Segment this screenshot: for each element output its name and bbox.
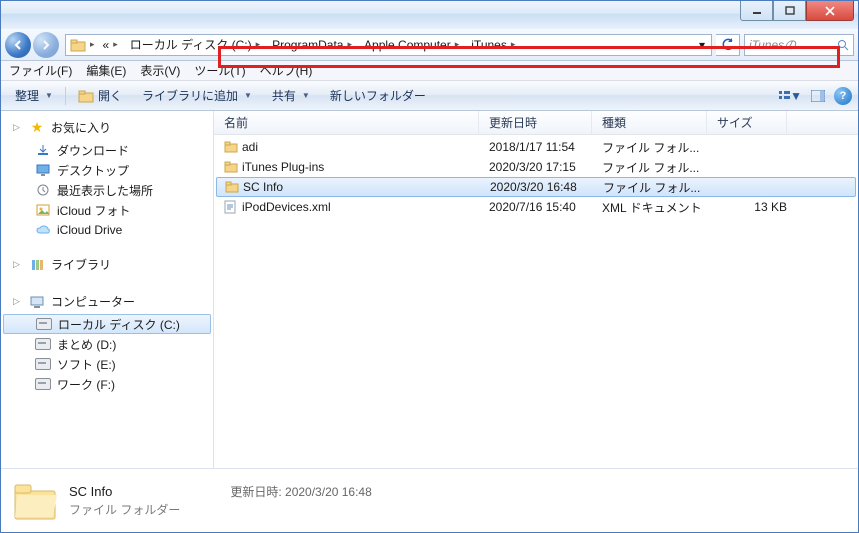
- folder-icon: [225, 181, 243, 193]
- share-button[interactable]: 共有▼: [264, 84, 318, 107]
- breadcrumb[interactable]: ▸ «▸ ローカル ディスク (C:)▸ ProgramData▸ Apple …: [65, 34, 712, 56]
- row-type: ファイル フォル...: [602, 159, 717, 176]
- menu-help[interactable]: ヘルプ(H): [260, 62, 313, 79]
- titlebar: [1, 1, 858, 29]
- breadcrumb-item[interactable]: ProgramData▸: [266, 35, 358, 55]
- star-icon: ★: [29, 120, 45, 136]
- icloud-photo-icon: [35, 202, 51, 218]
- tree-item-drive-c[interactable]: ローカル ディスク (C:): [3, 314, 211, 334]
- search-placeholder: iTunesの...: [749, 36, 837, 53]
- refresh-button[interactable]: [716, 34, 740, 56]
- preview-pane-button[interactable]: [806, 85, 830, 107]
- breadcrumb-label: ローカル ディスク (C:): [130, 36, 252, 53]
- tree-item-drive-f[interactable]: ワーク (F:): [1, 374, 213, 394]
- back-button[interactable]: [5, 32, 31, 58]
- drive-icon: [36, 316, 52, 332]
- file-list: 名前 更新日時 種類 サイズ adi2018/1/17 11:54ファイル フォ…: [214, 111, 858, 468]
- row-date: 2020/7/16 15:40: [489, 200, 602, 214]
- minimize-button[interactable]: [740, 1, 773, 21]
- tree-item-recent[interactable]: 最近表示した場所: [1, 180, 213, 200]
- drive-icon: [35, 356, 51, 372]
- folder-icon: [224, 161, 242, 173]
- help-button[interactable]: ?: [834, 87, 852, 105]
- file-icon: [224, 200, 242, 214]
- breadcrumb-item[interactable]: ローカル ディスク (C:)▸: [124, 35, 266, 55]
- details-name: SC Info: [69, 484, 180, 499]
- new-folder-button[interactable]: 新しいフォルダー: [322, 84, 434, 107]
- tree-item-desktop[interactable]: デスクトップ: [1, 160, 213, 180]
- computer-group[interactable]: ▷コンピューター: [1, 291, 213, 314]
- library-icon: [29, 257, 45, 273]
- breadcrumb-label: Apple Computer: [364, 38, 451, 52]
- row-date: 2020/3/20 16:48: [490, 180, 603, 194]
- toolbar: 整理▼ 開く ライブラリに追加▼ 共有▼ 新しいフォルダー ▼ ?: [1, 81, 858, 111]
- col-name[interactable]: 名前: [214, 111, 479, 134]
- history-dropdown[interactable]: ▾: [693, 38, 711, 52]
- drive-icon: [35, 376, 51, 392]
- add-to-library-button[interactable]: ライブラリに追加▼: [134, 84, 260, 107]
- menubar: ファイル(F) 編集(E) 表示(V) ツール(T) ヘルプ(H): [1, 61, 858, 81]
- list-row[interactable]: iPodDevices.xml2020/7/16 15:40XML ドキュメント…: [214, 197, 858, 217]
- column-headers[interactable]: 名前 更新日時 種類 サイズ: [214, 111, 858, 135]
- folder-icon[interactable]: ▸: [66, 35, 97, 55]
- breadcrumb-prefix[interactable]: «▸: [97, 35, 124, 55]
- view-options-button[interactable]: ▼: [778, 85, 802, 107]
- maximize-button[interactable]: [773, 1, 806, 21]
- navigation-tree[interactable]: ▷★お気に入り ダウンロード デスクトップ 最近表示した場所 iCloud フォ…: [1, 111, 214, 468]
- col-date[interactable]: 更新日時: [479, 111, 592, 134]
- list-row[interactable]: iTunes Plug-ins2020/3/20 17:15ファイル フォル..…: [214, 157, 858, 177]
- row-date: 2020/3/20 17:15: [489, 160, 602, 174]
- folder-icon: [224, 141, 242, 153]
- tree-item-drive-d[interactable]: まとめ (D:): [1, 334, 213, 354]
- breadcrumb-label: iTunes: [471, 38, 507, 52]
- download-icon: [35, 142, 51, 158]
- row-type: XML ドキュメント: [602, 199, 717, 216]
- col-size[interactable]: サイズ: [707, 111, 787, 134]
- row-name: adi: [242, 140, 489, 154]
- close-button[interactable]: [806, 1, 854, 21]
- breadcrumb-item[interactable]: iTunes▸: [465, 35, 521, 55]
- breadcrumb-item[interactable]: Apple Computer▸: [358, 35, 465, 55]
- favorites-group[interactable]: ▷★お気に入り: [1, 117, 213, 140]
- recent-icon: [35, 182, 51, 198]
- menu-edit[interactable]: 編集(E): [86, 62, 126, 79]
- folder-open-icon: [78, 89, 94, 103]
- menu-file[interactable]: ファイル(F): [9, 62, 72, 79]
- details-meta: 更新日時: 2020/3/20 16:48: [230, 483, 371, 500]
- row-date: 2018/1/17 11:54: [489, 140, 602, 154]
- row-size: 13 KB: [717, 200, 787, 214]
- address-bar: ▸ «▸ ローカル ディスク (C:)▸ ProgramData▸ Apple …: [1, 29, 858, 61]
- details-pane: SC Info ファイル フォルダー 更新日時: 2020/3/20 16:48: [1, 468, 858, 532]
- menu-view[interactable]: 表示(V): [140, 62, 180, 79]
- breadcrumb-label: ProgramData: [272, 38, 343, 52]
- forward-button[interactable]: [33, 32, 59, 58]
- drive-icon: [35, 336, 51, 352]
- tree-item-icloud-photo[interactable]: iCloud フォト: [1, 200, 213, 220]
- icloud-drive-icon: [35, 222, 51, 238]
- menu-tools[interactable]: ツール(T): [194, 62, 245, 79]
- desktop-icon: [35, 162, 51, 178]
- list-row[interactable]: adi2018/1/17 11:54ファイル フォル...: [214, 137, 858, 157]
- row-type: ファイル フォル...: [603, 179, 718, 196]
- search-icon: [837, 39, 849, 51]
- tree-item-downloads[interactable]: ダウンロード: [1, 140, 213, 160]
- search-input[interactable]: iTunesの...: [744, 34, 854, 56]
- organize-button[interactable]: 整理▼: [7, 84, 61, 107]
- tree-item-icloud-drive[interactable]: iCloud Drive: [1, 220, 213, 240]
- row-name: SC Info: [243, 180, 490, 194]
- list-row[interactable]: SC Info2020/3/20 16:48ファイル フォル...: [216, 177, 856, 197]
- col-type[interactable]: 種類: [592, 111, 707, 134]
- open-button[interactable]: 開く: [70, 84, 130, 107]
- details-type: ファイル フォルダー: [69, 501, 180, 518]
- tree-item-drive-e[interactable]: ソフト (E:): [1, 354, 213, 374]
- row-name: iPodDevices.xml: [242, 200, 489, 214]
- libraries-group[interactable]: ▷ライブラリ: [1, 254, 213, 277]
- explorer-window: ▸ «▸ ローカル ディスク (C:)▸ ProgramData▸ Apple …: [0, 0, 859, 533]
- row-type: ファイル フォル...: [602, 139, 717, 156]
- row-name: iTunes Plug-ins: [242, 160, 489, 174]
- folder-large-icon: [11, 477, 59, 525]
- computer-icon: [29, 294, 45, 310]
